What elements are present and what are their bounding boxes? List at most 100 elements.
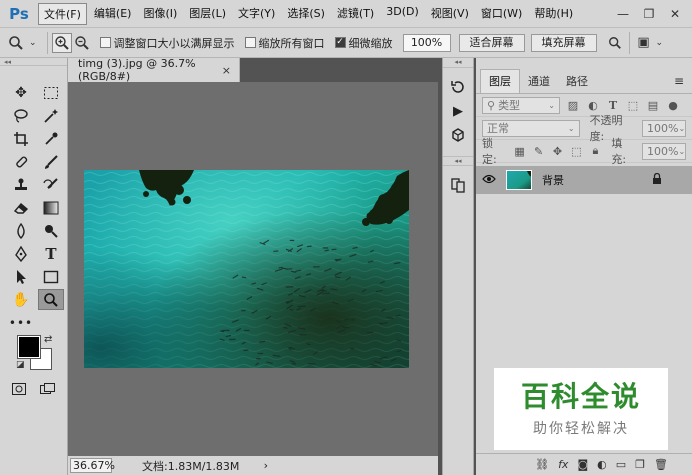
minimize-icon[interactable]: —	[612, 5, 634, 23]
layer-row-background[interactable]: 背景	[476, 166, 692, 194]
magic-wand-tool-icon[interactable]	[38, 105, 64, 126]
type-tool-icon[interactable]: T	[38, 243, 64, 264]
history-panel-icon[interactable]	[445, 76, 471, 98]
panel-menu-icon[interactable]: ≡	[674, 74, 684, 88]
trash-icon[interactable]: 🗑︎	[654, 458, 668, 471]
document-image[interactable]	[84, 170, 409, 368]
3d-panel-icon[interactable]	[445, 124, 471, 146]
eye-icon[interactable]	[476, 173, 502, 187]
layer-name: 背景	[542, 174, 564, 187]
panel-grip[interactable]: ◂◂	[443, 156, 473, 166]
blend-mode-select[interactable]: 正常 ⌄	[482, 119, 580, 137]
type-filter-icon[interactable]: T	[606, 99, 620, 112]
chevron-down-icon: ⌄	[678, 123, 686, 133]
link-icon[interactable]: ⛓	[535, 458, 549, 471]
panel-tab-0[interactable]: 图层	[480, 69, 520, 93]
zoom-percent-field[interactable]: 100%	[402, 33, 451, 52]
lock-transparency-icon[interactable]: ▦	[513, 145, 527, 158]
eraser-tool-icon[interactable]	[8, 197, 34, 218]
workspace-icon[interactable]: ▣	[634, 33, 654, 53]
history-brush-tool-icon[interactable]	[38, 174, 64, 195]
fill-field[interactable]: 100% ⌄	[642, 142, 687, 160]
fill-screen-button[interactable]: 填充屏幕	[530, 33, 597, 52]
foreground-color[interactable]	[17, 335, 41, 359]
adjustment-icon[interactable]: ◐	[597, 458, 607, 471]
brush-tool-icon[interactable]	[38, 151, 64, 172]
blend-mode-label: 正常	[487, 122, 509, 135]
canvas-area[interactable]	[68, 82, 438, 456]
crop-tool-icon[interactable]	[8, 128, 34, 149]
scrubby-zoom-checkbox[interactable]: ✓ 细微缩放	[334, 35, 393, 51]
menu-item-3[interactable]: 图层(L)	[184, 3, 231, 25]
zoom-tool-icon[interactable]	[38, 289, 64, 310]
panel-tab-2[interactable]: 路径	[558, 70, 596, 93]
folder-icon[interactable]: ▭	[616, 458, 626, 471]
zoom-in-button[interactable]	[51, 32, 72, 53]
menu-item-0[interactable]: 文件(F)	[38, 2, 87, 25]
zoom-status-field[interactable]: 36.67%	[70, 458, 115, 473]
restore-icon[interactable]: ❐	[638, 5, 660, 23]
menu-item-5[interactable]: 选择(S)	[282, 3, 330, 25]
path-selection-tool-icon[interactable]	[8, 266, 34, 287]
default-colors-icon[interactable]: ◪	[16, 360, 25, 370]
actions-play-icon[interactable]: ▶	[445, 100, 471, 122]
resize-windows-checkbox[interactable]: 调整窗口大小以满屏显示	[99, 35, 235, 51]
zoom-out-button[interactable]	[72, 33, 92, 53]
opacity-field[interactable]: 100% ⌄	[642, 119, 686, 137]
lock-all-icon[interactable]: 🔒︎	[588, 144, 602, 158]
menu-item-10[interactable]: 帮助(H)	[529, 3, 578, 25]
chevron-down-icon[interactable]: ⌄	[656, 38, 664, 48]
dodge-tool-icon[interactable]	[38, 220, 64, 241]
zoom-all-windows-checkbox[interactable]: 缩放所有窗口	[244, 35, 325, 51]
smart-object-filter-icon[interactable]: ▤	[646, 99, 660, 112]
color-swatches[interactable]: ⇄ ◪	[16, 334, 56, 370]
fish-mark	[220, 330, 225, 333]
pen-tool-icon[interactable]	[8, 243, 34, 264]
chevron-down-icon: ⌄	[678, 146, 686, 156]
document-tab[interactable]: timg (3).jpg @ 36.7%(RGB/8#) ×	[68, 57, 240, 83]
menu-item-7[interactable]: 3D(D)	[381, 3, 424, 25]
menu-item-4[interactable]: 文字(Y)	[233, 3, 280, 25]
move-tool-icon[interactable]: ✥	[8, 82, 34, 103]
panel-grip[interactable]: ◂◂	[443, 58, 473, 68]
menu-item-2[interactable]: 图像(I)	[138, 3, 182, 25]
menu-item-9[interactable]: 窗口(W)	[476, 3, 527, 25]
blur-tool-icon[interactable]	[8, 220, 34, 241]
filter-type-select[interactable]: ⚲ 类型 ⌄	[482, 96, 560, 114]
mask-icon[interactable]: ◙	[577, 458, 588, 471]
chevron-down-icon: ⌄	[548, 100, 555, 110]
fx-icon[interactable]: fx	[558, 458, 568, 471]
adjustment-filter-icon[interactable]: ◐	[586, 99, 600, 112]
fit-screen-button[interactable]: 适合屏幕	[458, 33, 525, 52]
quick-mask-icon[interactable]	[10, 378, 28, 399]
close-icon[interactable]: ✕	[664, 5, 686, 23]
panel-grip[interactable]: ◂◂	[0, 58, 67, 66]
tool-preset-picker[interactable]: ⌄	[0, 33, 43, 53]
lock-position-icon[interactable]: ✥	[551, 145, 565, 158]
properties-panel-icon[interactable]	[445, 174, 471, 196]
lock-artboard-icon[interactable]: ⬚	[569, 145, 583, 158]
menu-item-6[interactable]: 滤镜(T)	[332, 3, 379, 25]
hand-tool-icon[interactable]: ✋	[8, 289, 34, 310]
marquee-tool-icon[interactable]	[38, 82, 64, 103]
eyedropper-tool-icon[interactable]	[38, 128, 64, 149]
menu-item-8[interactable]: 视图(V)	[426, 3, 474, 25]
gradient-tool-icon[interactable]	[38, 197, 64, 218]
screen-mode-icon[interactable]	[38, 378, 56, 399]
healing-brush-tool-icon[interactable]	[8, 151, 34, 172]
swap-colors-icon[interactable]: ⇄	[44, 334, 52, 345]
lock-pixels-icon[interactable]: ✎	[532, 145, 546, 158]
pixel-filter-icon[interactable]: ▨	[566, 99, 580, 112]
new-layer-icon[interactable]: ❐	[635, 458, 645, 471]
filter-toggle-icon[interactable]: ●	[666, 99, 680, 112]
panel-tab-1[interactable]: 通道	[520, 70, 558, 93]
lasso-tool-icon[interactable]	[8, 105, 34, 126]
search-icon[interactable]	[605, 33, 625, 53]
menu-item-1[interactable]: 编辑(E)	[89, 3, 137, 25]
close-icon[interactable]: ×	[222, 64, 231, 77]
status-menu-arrow[interactable]: ›	[264, 459, 268, 472]
stamp-tool-icon[interactable]	[8, 174, 34, 195]
rectangle-tool-icon[interactable]	[38, 266, 64, 287]
shape-filter-icon[interactable]: ⬚	[626, 99, 640, 112]
more-tools-icon[interactable]: •••	[8, 312, 34, 333]
